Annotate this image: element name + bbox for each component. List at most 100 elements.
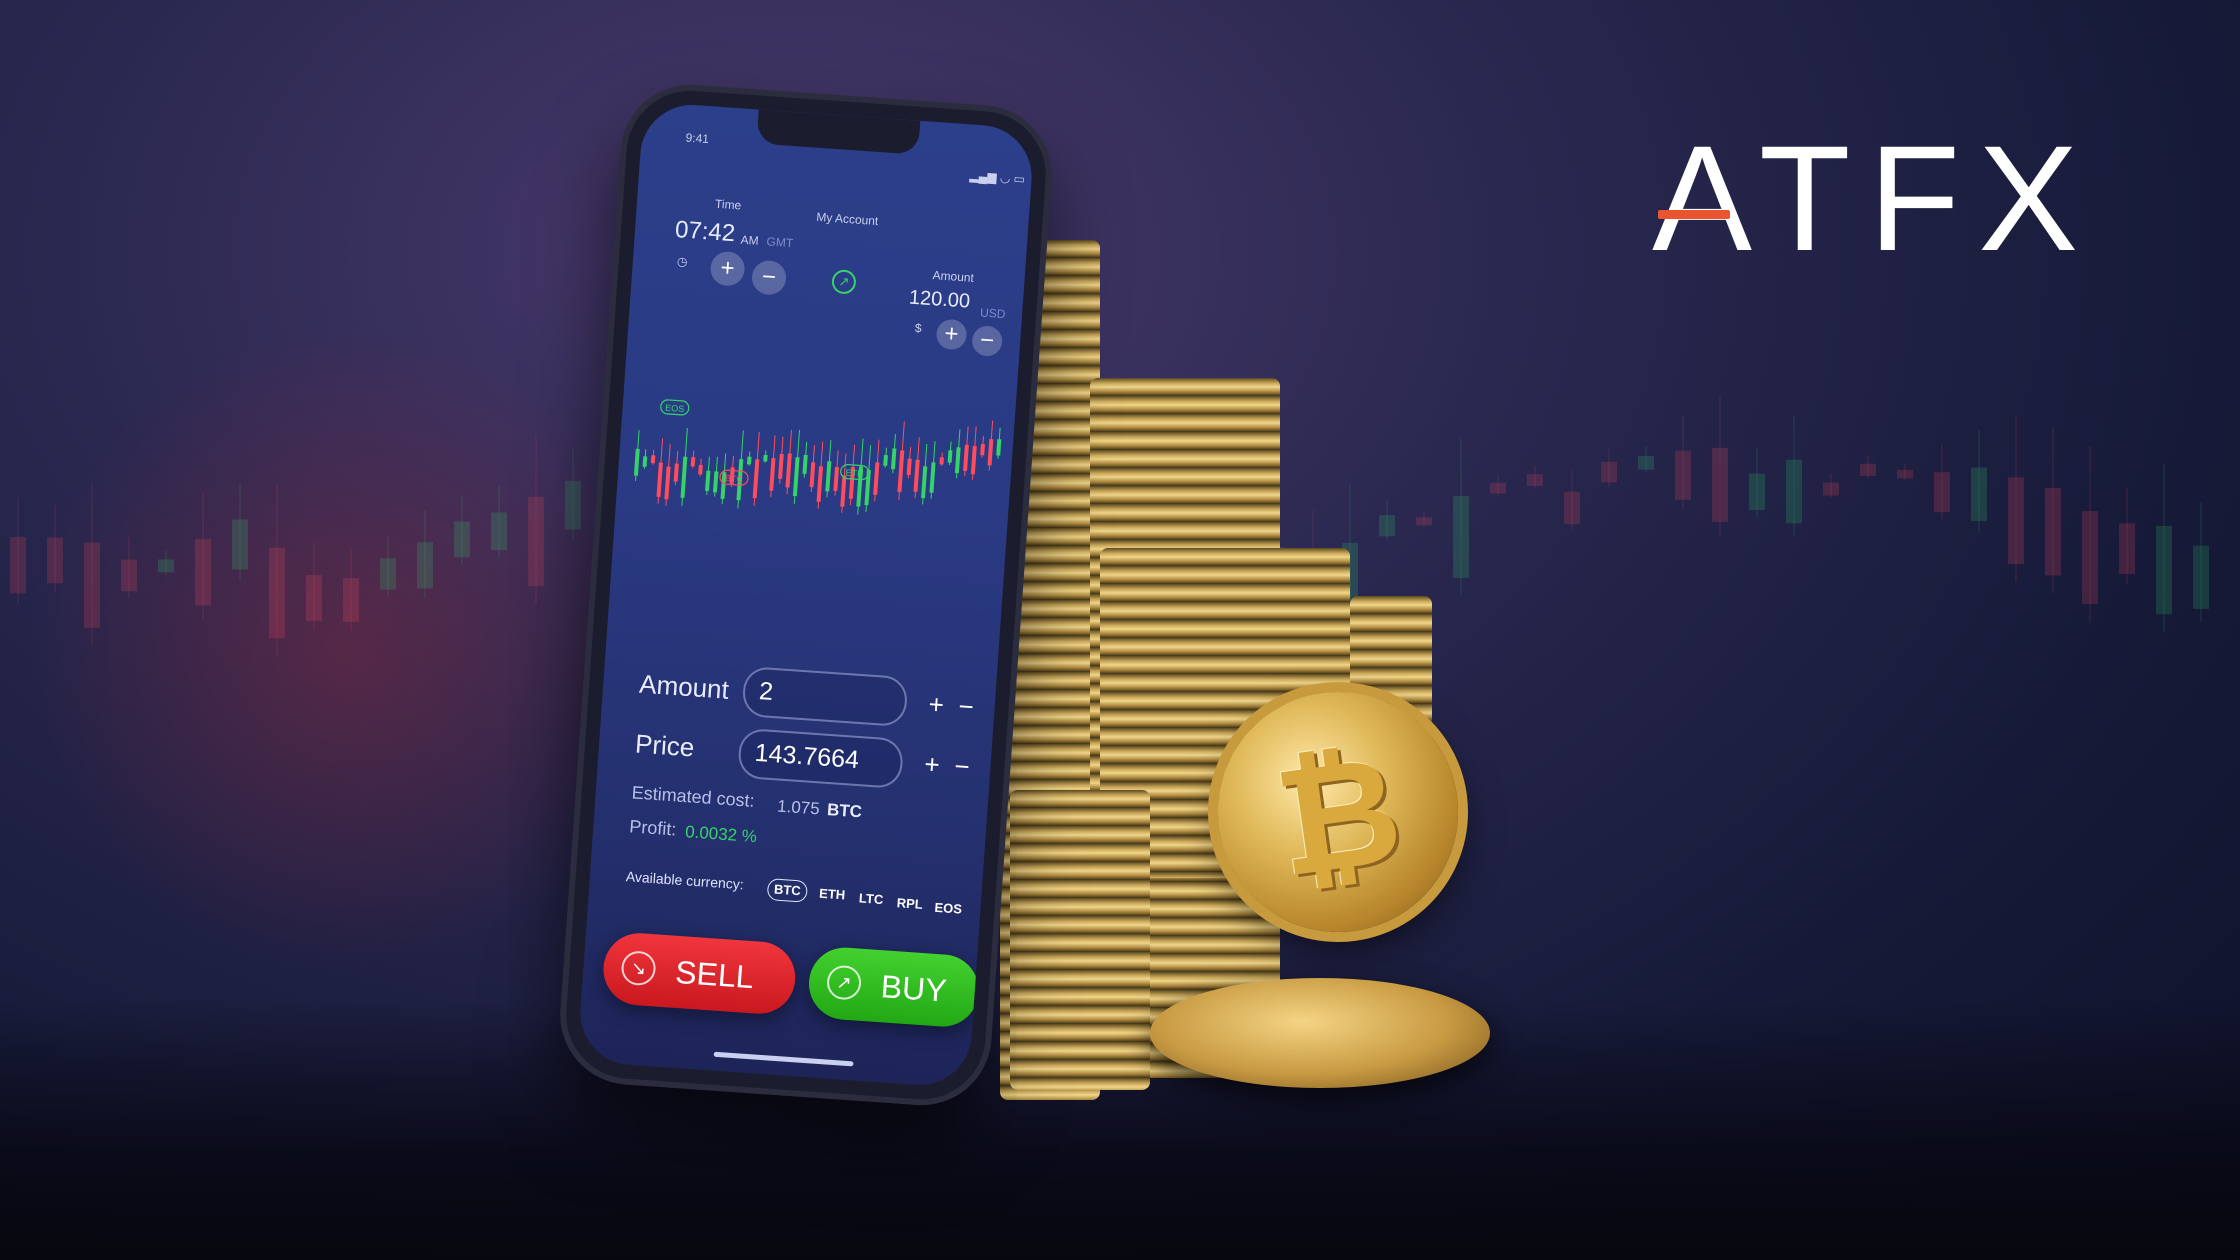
candle-body bbox=[454, 521, 470, 558]
candle-body bbox=[785, 453, 792, 488]
candle-body bbox=[840, 475, 847, 507]
candle-body bbox=[195, 538, 211, 606]
amount-widget-currency: USD bbox=[979, 305, 1006, 322]
time-plus-button[interactable]: + bbox=[709, 250, 746, 287]
currency-eth[interactable]: ETH bbox=[819, 886, 846, 903]
candle-body bbox=[752, 459, 760, 499]
available-currency-label: Available currency: bbox=[625, 868, 745, 893]
candle-body bbox=[825, 461, 832, 492]
candle-body bbox=[833, 466, 839, 491]
logo-text: ATFX bbox=[1652, 114, 2097, 282]
sell-button-label: SELL bbox=[674, 953, 755, 996]
candle-body bbox=[809, 462, 816, 488]
candle-body bbox=[528, 496, 544, 587]
candle-body bbox=[1786, 459, 1802, 524]
time-minus-button[interactable]: − bbox=[750, 259, 788, 296]
price-plus-button[interactable]: + bbox=[923, 749, 940, 781]
smartphone: 9:41 ▂▄▆ ◡ ▭ Time My Account 07:42 AM GM… bbox=[561, 86, 1051, 1104]
estimated-cost-label: Estimated cost: bbox=[631, 782, 756, 811]
currency-btc[interactable]: BTC bbox=[766, 878, 809, 903]
candle-body bbox=[698, 464, 703, 475]
candle-body bbox=[939, 457, 944, 465]
candle-body bbox=[712, 471, 719, 493]
candle-body bbox=[380, 558, 396, 590]
clock-ampm: AM bbox=[740, 232, 760, 248]
candle-body bbox=[1638, 455, 1654, 470]
candle-body bbox=[47, 537, 63, 584]
candle-body bbox=[232, 519, 248, 570]
phone-screen: 9:41 ▂▄▆ ◡ ▭ Time My Account 07:42 AM GM… bbox=[576, 101, 1036, 1089]
buy-button-label: BUY bbox=[879, 968, 948, 1009]
eos-chart-label: EOS bbox=[665, 403, 685, 414]
candle-body bbox=[2193, 545, 2209, 609]
candle-body bbox=[792, 457, 800, 497]
candle-body bbox=[2045, 487, 2061, 576]
candle-body bbox=[746, 456, 752, 465]
amount-minus-button[interactable]: − bbox=[958, 691, 975, 723]
amount-widget-value: 120.00 bbox=[908, 286, 971, 313]
amount-field[interactable]: 2 bbox=[741, 665, 909, 728]
candle-body bbox=[650, 455, 656, 464]
candle-body bbox=[2119, 523, 2135, 574]
candle-body bbox=[2008, 477, 2024, 565]
amount-label: Amount bbox=[638, 668, 730, 705]
candle-body bbox=[816, 466, 824, 502]
candle-body bbox=[306, 575, 322, 622]
price-label: Price bbox=[634, 728, 696, 763]
amount-widget-minus-button[interactable]: − bbox=[971, 325, 1004, 358]
candle-body bbox=[996, 439, 1002, 456]
candle-body bbox=[121, 559, 137, 592]
home-indicator[interactable] bbox=[713, 1051, 854, 1067]
candle-body bbox=[491, 512, 507, 551]
candle-body bbox=[656, 462, 663, 497]
clock-time: 07:42 bbox=[674, 216, 737, 248]
profit-value: 0.0032 % bbox=[684, 822, 758, 847]
buy-arrow-icon: ↗ bbox=[825, 964, 863, 1001]
candle-body bbox=[987, 438, 994, 466]
currency-rpl[interactable]: RPL bbox=[896, 895, 923, 912]
candle-body bbox=[680, 456, 688, 498]
candle-body bbox=[906, 458, 912, 476]
amount-widget-plus-button[interactable]: + bbox=[935, 318, 968, 351]
candle-body bbox=[897, 450, 905, 493]
currency-ltc[interactable]: LTC bbox=[858, 890, 883, 907]
candle-body bbox=[417, 542, 433, 589]
candle-body bbox=[802, 454, 808, 474]
candle-body bbox=[673, 463, 679, 482]
currency-eos[interactable]: EOS bbox=[934, 900, 962, 917]
candle-body bbox=[883, 454, 888, 466]
candle-body bbox=[343, 578, 359, 622]
btc-chart-label: BTC bbox=[725, 473, 744, 484]
buy-button[interactable]: ↗ BUY bbox=[806, 945, 982, 1029]
time-label: Time bbox=[714, 196, 742, 213]
price-minus-button[interactable]: − bbox=[953, 751, 970, 783]
trend-up-icon[interactable]: ↗ bbox=[831, 269, 857, 295]
amount-plus-button[interactable]: + bbox=[928, 689, 945, 721]
candle-body bbox=[873, 462, 880, 495]
candle-body bbox=[1971, 467, 1987, 522]
clock-timezone: GMT bbox=[766, 234, 794, 251]
candle-body bbox=[1712, 447, 1728, 522]
coin-stacks: ₿ bbox=[990, 230, 1510, 1130]
candle-body bbox=[980, 443, 985, 456]
candle-body bbox=[269, 547, 285, 639]
phone-price-chart: EOS BTC ETH bbox=[633, 399, 1002, 515]
candle-body bbox=[565, 480, 581, 530]
account-label[interactable]: My Account bbox=[816, 210, 879, 228]
candle-body bbox=[642, 456, 648, 467]
clock-icon: ◷ bbox=[676, 254, 688, 269]
price-field[interactable]: 143.7664 bbox=[737, 727, 905, 790]
candle-body bbox=[1564, 491, 1580, 525]
candle-body bbox=[705, 470, 711, 491]
candle-body bbox=[963, 444, 969, 471]
sell-button[interactable]: ↘ SELL bbox=[601, 930, 798, 1017]
amount-widget-label: Amount bbox=[932, 268, 975, 285]
candle-body bbox=[970, 445, 977, 475]
estimated-cost-value: 1.075 bbox=[776, 796, 821, 819]
bitcoin-coin-flat-icon bbox=[1150, 978, 1490, 1088]
status-time: 9:41 bbox=[685, 130, 710, 147]
atfx-logo: ATFX bbox=[1652, 123, 2078, 273]
candle-body bbox=[929, 462, 936, 493]
estimated-cost-currency: BTC bbox=[826, 800, 863, 822]
candle-body bbox=[913, 459, 920, 492]
